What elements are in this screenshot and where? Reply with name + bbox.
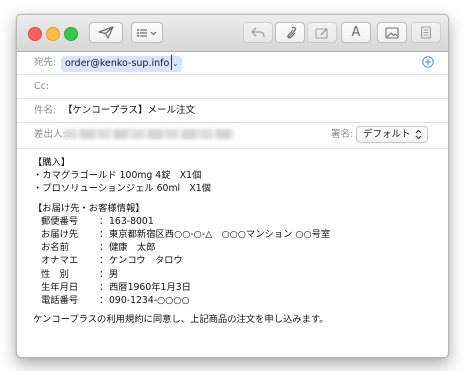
field-row: 性 別 ： 男 [33, 268, 433, 281]
order-item: ・プロソリューションジェル 60ml X1個 [33, 183, 211, 195]
field-row: 郵便番号 ： 163-8001 [33, 215, 433, 228]
field-separator: ： [99, 294, 109, 306]
document-icon [420, 26, 432, 39]
field-separator: ： [99, 255, 109, 267]
cc-label: Cc: [34, 81, 50, 92]
from-address-redacted[interactable] [64, 129, 234, 139]
markup-pencil-icon [315, 27, 328, 39]
field-label: 電話番号 [41, 294, 79, 306]
message-body[interactable]: 【購入】 ・カマグラゴールド 100mg 4錠 X1個 ・プロソリューションジェ… [33, 156, 433, 326]
to-label: 宛先: [34, 57, 57, 68]
field-value: 163-8001 [109, 215, 154, 227]
field-row: お名前 ： 健康 太郎 [33, 241, 433, 254]
signature-value: デフォルト [363, 129, 411, 140]
field-separator: ： [99, 268, 109, 280]
signature-select[interactable]: デフォルト [356, 126, 428, 143]
order-item: ・カマグラゴールド 100mg 4錠 X1個 [33, 170, 202, 182]
photo-icon [385, 26, 399, 39]
field-label: 郵便番号 [41, 215, 79, 227]
field-row: お届け先 ： 東京都新宿区西○○-○-△ ○○○マンション ○○号室 [33, 228, 433, 241]
add-contact-icon[interactable] [422, 56, 434, 68]
zoom-window-button[interactable] [64, 27, 78, 41]
paperclip-icon [287, 26, 296, 38]
updown-chevron-icon [415, 129, 422, 140]
font-format-icon: A [351, 25, 361, 40]
photo-browser-button[interactable] [377, 22, 407, 43]
subject-field[interactable]: 【ケンコープラス】メール注文 [63, 99, 195, 123]
customer-heading: 【お届け先・お客様情報】 [33, 202, 145, 214]
field-separator: ： [99, 281, 109, 293]
compose-window: A 宛先: order@kenko-sup.info ⌄ Cc: 件名: 【ケン… [16, 14, 449, 358]
field-row: 電話番号 ： 090-1234-○○○○ [33, 294, 433, 307]
field-label: 生年月日 [41, 281, 79, 293]
close-window-button[interactable] [28, 27, 42, 41]
toolbar: A [17, 15, 448, 52]
minimize-window-button[interactable] [46, 27, 60, 41]
recipient-token[interactable]: order@kenko-sup.info ⌄ [61, 56, 183, 72]
signature-label: 署名: [331, 129, 354, 140]
field-value: 東京都新宿区西○○-○-△ ○○○マンション ○○号室 [109, 228, 331, 240]
attach-button[interactable] [275, 22, 305, 43]
field-row: 生年月日 ： 西暦1960年1月3日 [33, 281, 433, 294]
chevron-down-icon: ⌄ [172, 60, 179, 68]
reply-arrow-icon [251, 27, 265, 38]
markup-button[interactable] [307, 22, 337, 43]
closing-statement: ケンコープラスの利用規約に同意し、上記商品の注文を申し込みます。 [33, 314, 329, 326]
send-button[interactable] [89, 22, 123, 43]
subject-label: 件名: [34, 105, 57, 116]
order-heading: 【購入】 [33, 157, 71, 168]
field-value: 西暦1960年1月3日 [109, 281, 191, 293]
field-separator: ： [99, 228, 109, 240]
format-button[interactable]: A [341, 22, 371, 43]
field-label: お名前 [41, 242, 69, 254]
field-row: オナマエ ： ケンコウ タロウ [33, 254, 433, 267]
reply-button[interactable] [243, 22, 273, 43]
list-icon [137, 28, 157, 37]
field-label: 性 別 [41, 268, 69, 280]
field-value: 090-1234-○○○○ [109, 294, 190, 306]
field-value: ケンコウ タロウ [109, 255, 183, 267]
field-separator: ： [99, 215, 109, 227]
header-fields-button[interactable] [131, 22, 163, 43]
document-browser-button[interactable] [411, 22, 441, 43]
cc-row[interactable]: Cc: [17, 75, 448, 99]
field-value: 健康 太郎 [109, 242, 156, 254]
subject-row[interactable]: 件名: 【ケンコープラス】メール注文 [17, 99, 448, 123]
field-value: 男 [109, 268, 119, 280]
field-label: お届け先 [41, 228, 79, 240]
from-row: 差出人: 署名: デフォルト [17, 123, 448, 149]
field-separator: ： [99, 242, 109, 254]
to-row: 宛先: order@kenko-sup.info ⌄ [17, 51, 448, 75]
from-label: 差出人: [34, 129, 66, 140]
send-icon [98, 26, 114, 39]
text-cursor [171, 55, 172, 70]
field-label: オナマエ [41, 255, 79, 267]
recipient-address: order@kenko-sup.info [65, 58, 170, 69]
